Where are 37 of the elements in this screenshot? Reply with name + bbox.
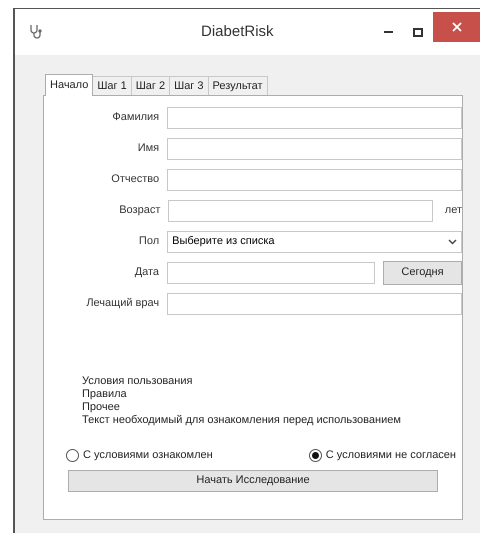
field-label: Отчество bbox=[110, 172, 160, 188]
date-field[interactable] bbox=[167, 262, 375, 284]
window-title: DiabetRisk bbox=[201, 22, 274, 42]
text-field[interactable] bbox=[167, 106, 462, 128]
field-label: Пол bbox=[138, 234, 160, 250]
close-button[interactable] bbox=[433, 12, 480, 42]
tab[interactable]: Начало bbox=[45, 74, 94, 96]
terms-text: Условия пользования bbox=[82, 375, 194, 388]
text-field[interactable] bbox=[167, 138, 462, 160]
radio-button[interactable] bbox=[308, 448, 322, 462]
field-label: Возраст bbox=[118, 203, 162, 218]
stethoscope-icon bbox=[29, 24, 43, 40]
radio-option[interactable]: С условиями ознакомлен bbox=[66, 447, 213, 464]
field-label: Лечащий врач bbox=[85, 296, 160, 312]
tab[interactable]: Шаг 1 bbox=[93, 76, 132, 95]
field-label: Дата bbox=[134, 265, 160, 280]
terms-text: Правила bbox=[82, 388, 128, 401]
close-icon bbox=[452, 22, 462, 32]
chevron-down-icon bbox=[448, 238, 457, 244]
terms-text: Текст необходимый для ознакомления перед использованием bbox=[82, 414, 402, 427]
field-label: Имя bbox=[136, 141, 160, 156]
radio-option[interactable]: С условиями не согласен bbox=[308, 447, 456, 464]
field-label: Фамилия bbox=[111, 110, 160, 126]
today-button[interactable]: Сегодня bbox=[382, 260, 462, 284]
dropdown[interactable]: Выберите из списка bbox=[167, 230, 462, 252]
tab[interactable]: Результат bbox=[208, 76, 268, 95]
radio-label: С условиями ознакомлен bbox=[83, 448, 213, 463]
radio-button[interactable] bbox=[66, 448, 79, 462]
text-field[interactable] bbox=[168, 200, 433, 222]
unit-label: лет bbox=[444, 203, 462, 218]
text-field[interactable] bbox=[167, 168, 462, 190]
terms-text: Прочее bbox=[82, 401, 121, 414]
text-field[interactable] bbox=[167, 292, 462, 314]
start-button[interactable]: Начать Исследование bbox=[68, 470, 438, 492]
tab[interactable]: Шаг 3 bbox=[170, 76, 208, 95]
tab[interactable]: Шаг 2 bbox=[132, 76, 170, 95]
radio-label: С условиями не согласен bbox=[326, 448, 456, 463]
